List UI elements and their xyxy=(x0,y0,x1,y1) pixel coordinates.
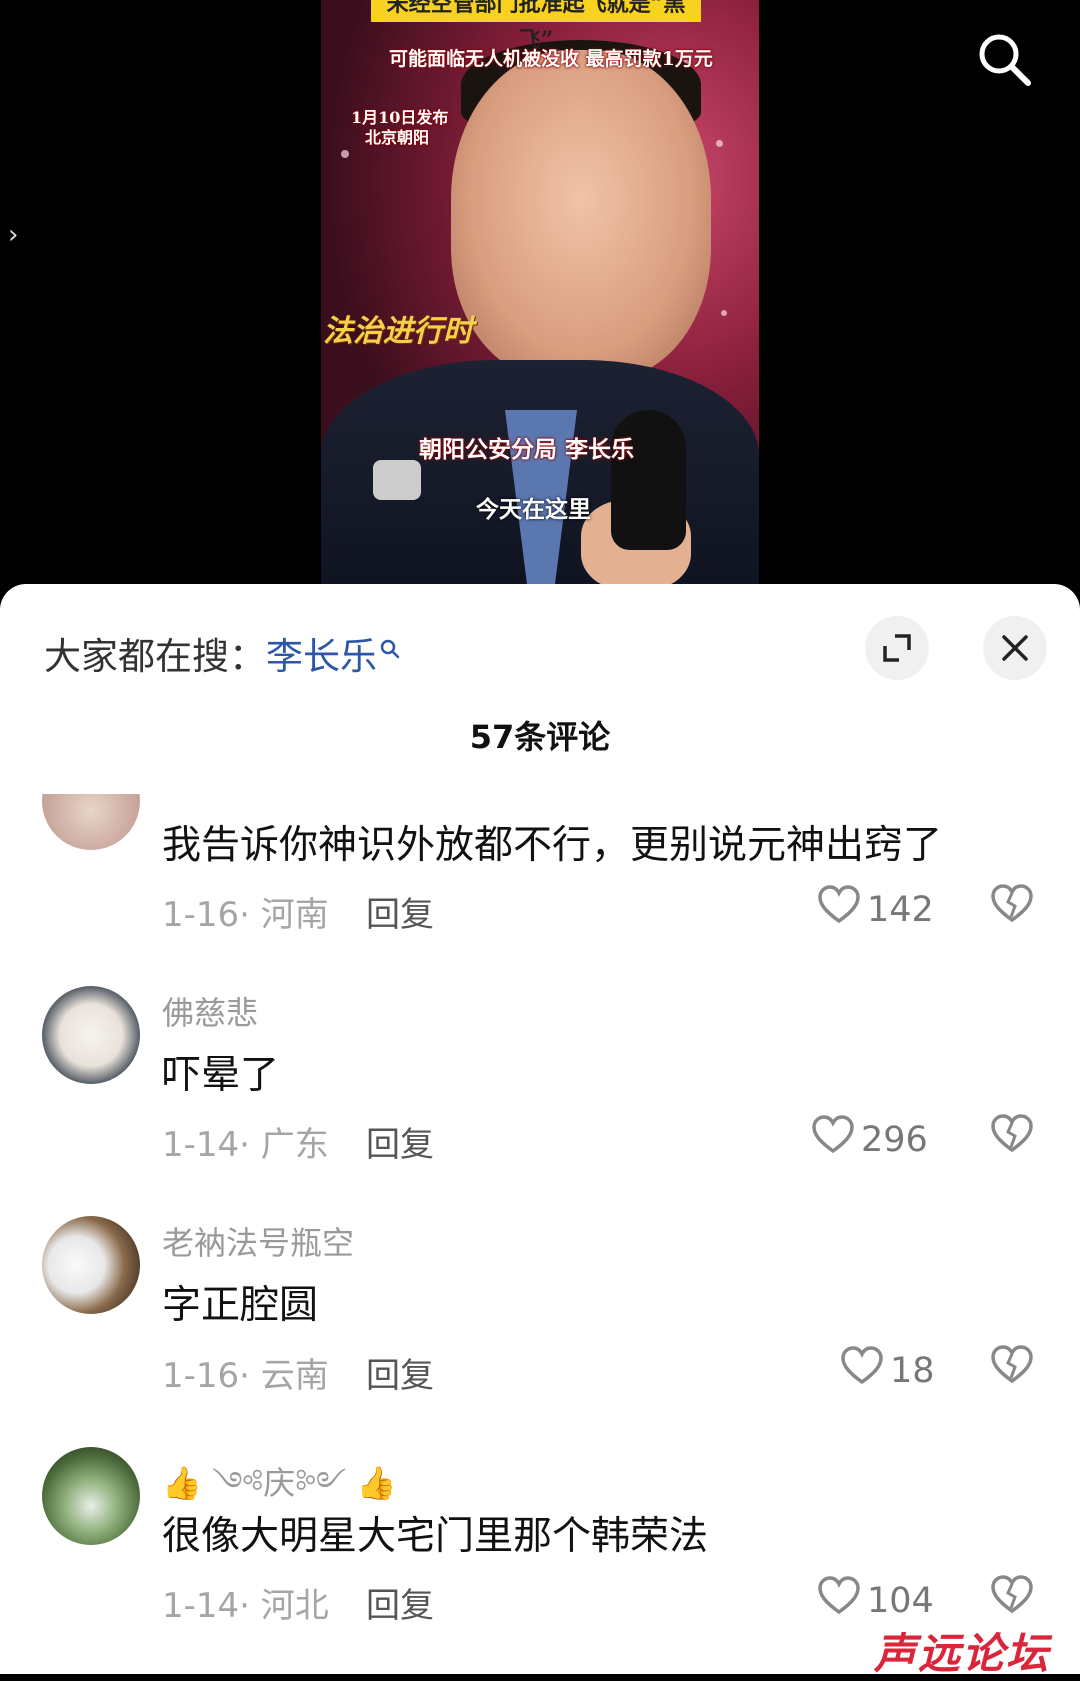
dislike-button[interactable] xyxy=(990,1575,1034,1619)
comment-text: 吓晕了 xyxy=(162,1053,280,1098)
person-face xyxy=(451,50,711,380)
police-badge-icon xyxy=(373,460,421,500)
like-count: 296 xyxy=(861,1119,928,1160)
speech-caption: 今天在这里 xyxy=(476,496,591,523)
dislike-button[interactable] xyxy=(990,884,1034,928)
comment-meta: 1-14· 河北 xyxy=(162,1586,329,1626)
reply-button[interactable]: 回复 xyxy=(366,1117,434,1166)
comment-meta: 1-16· 河南 xyxy=(162,895,329,935)
like-button[interactable]: 142 xyxy=(817,885,934,934)
video-frame[interactable]: 未经空管部门批准起飞就是“黑飞” 可能面临无人机被没收 最高罚款1万元 1月10… xyxy=(321,0,759,590)
video-publish-place: 北京朝阳 xyxy=(365,128,430,147)
speaker-caption: 朝阳公安分局 李长乐 xyxy=(419,436,635,463)
username[interactable]: 佛慈悲 xyxy=(162,988,258,1034)
broken-heart-icon xyxy=(990,1345,1034,1389)
search-hint-prefix: 大家都在搜： xyxy=(44,635,266,678)
avatar[interactable] xyxy=(42,1216,140,1314)
reply-button[interactable]: 回复 xyxy=(366,887,434,936)
comment-text: 很像大明星大宅门里那个韩荣法 xyxy=(162,1514,709,1559)
comment-meta: 1-14· 广东 xyxy=(162,1125,329,1165)
small-search-icon xyxy=(379,626,401,659)
comment-text: 字正腔圆 xyxy=(162,1283,319,1328)
like-button[interactable]: 18 xyxy=(840,1346,935,1395)
program-logo: 法治进行时 xyxy=(323,314,473,349)
avatar[interactable] xyxy=(42,1447,140,1545)
chevron-right-icon[interactable]: › xyxy=(8,220,18,250)
reply-button[interactable]: 回复 xyxy=(366,1348,434,1397)
heart-icon xyxy=(840,1346,890,1395)
heart-icon xyxy=(811,1115,861,1164)
heart-icon xyxy=(817,1576,867,1625)
search-suggestion[interactable]: 大家都在搜：李长乐 xyxy=(44,626,401,680)
comment-text: 我告诉你神识外放都不行，更别说元神出窍了 xyxy=(162,823,943,868)
heart-icon xyxy=(817,885,867,934)
like-button[interactable]: 296 xyxy=(811,1115,928,1164)
comment-count: 57条评论 xyxy=(469,718,611,756)
like-count: 104 xyxy=(867,1580,934,1621)
reply-button[interactable]: 回复 xyxy=(366,1578,434,1627)
username[interactable]: 老衲法号瓶空 xyxy=(162,1218,354,1264)
broken-heart-icon xyxy=(990,1575,1034,1619)
dislike-button[interactable] xyxy=(990,1345,1034,1389)
like-count: 18 xyxy=(890,1350,935,1391)
comment-meta: 1-16· 云南 xyxy=(162,1356,329,1396)
close-button[interactable] xyxy=(983,616,1047,680)
video-top-banner: 未经空管部门批准起飞就是“黑飞” xyxy=(371,0,701,53)
dislike-button[interactable] xyxy=(990,1114,1034,1158)
expand-button[interactable] xyxy=(865,616,929,680)
video-subtitle-line: 可能面临无人机被没收 最高罚款1万元 xyxy=(389,48,713,70)
site-watermark: 声远论坛 xyxy=(874,1629,1051,1678)
search-hint-keyword[interactable]: 李长乐 xyxy=(266,635,377,678)
broken-heart-icon xyxy=(990,1114,1034,1158)
like-count: 142 xyxy=(867,889,934,930)
video-player[interactable]: › 未经空管部门批准起飞就是“黑飞” 可能面临无人机被没收 最高罚款1万元 1月… xyxy=(0,0,1080,600)
search-icon[interactable] xyxy=(975,30,1035,90)
broken-heart-icon xyxy=(990,884,1034,928)
like-button[interactable]: 104 xyxy=(817,1576,934,1625)
avatar[interactable] xyxy=(42,986,140,1084)
